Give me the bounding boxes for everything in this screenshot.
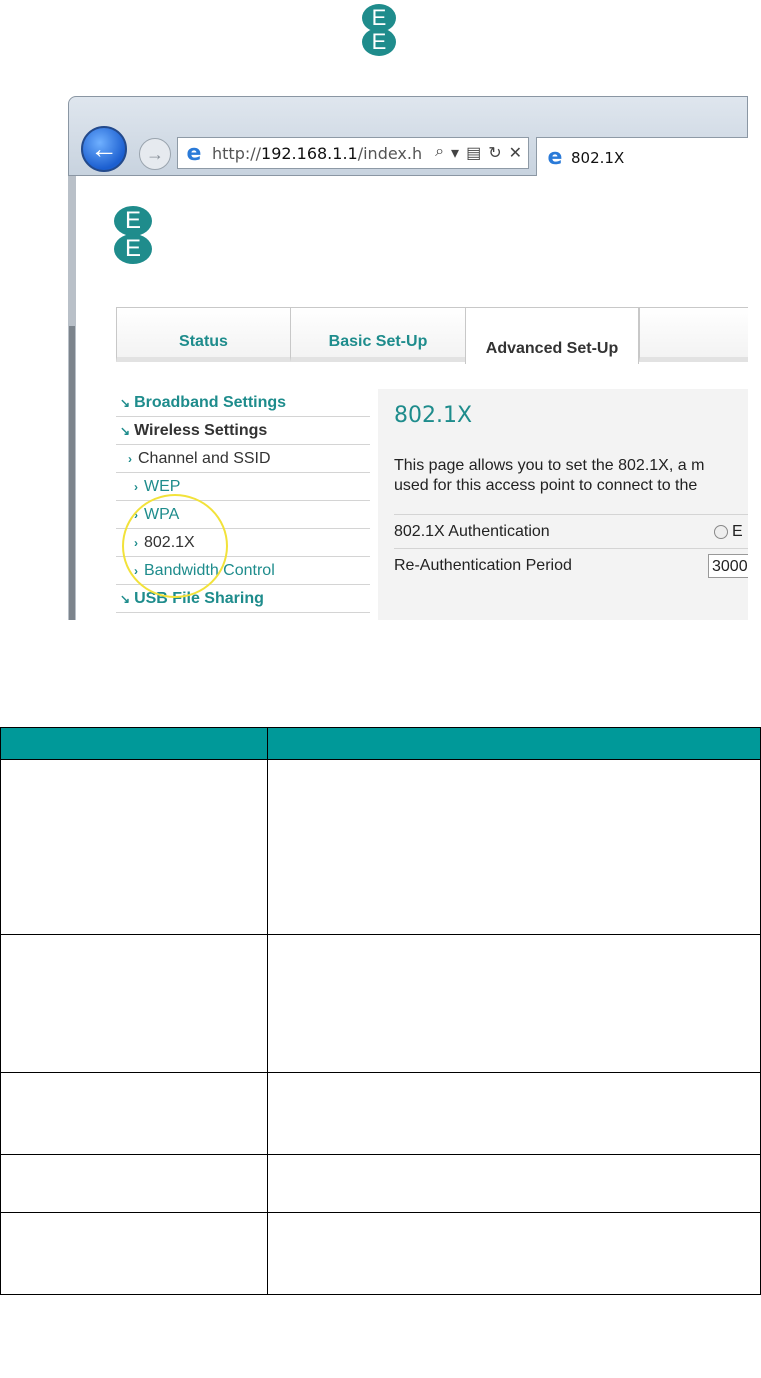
table-row [0,1154,761,1213]
tab-more[interactable] [639,308,748,362]
table-header-cell [0,727,268,760]
table-cell [0,1212,268,1295]
auth-row: 802.1X Authentication E [394,514,748,549]
stop-icon[interactable]: ✕ [509,143,522,163]
reauth-label: Re-Authentication Period [394,557,572,574]
url-text: http://192.168.1.1/index.h [212,143,423,163]
arrow-icon: ↘ [120,395,131,410]
table-cell [267,1072,761,1155]
address-bar[interactable]: e http://192.168.1.1/index.h ⌕ ▾ ▤ ↻ ✕ [177,137,529,169]
tab-advanced-setup[interactable]: Advanced Set-Up [465,308,639,364]
table-cell [267,1154,761,1213]
table-cell [0,1154,268,1213]
scrollbar[interactable] [68,176,76,620]
main-nav: Status Basic Set-Up Advanced Set-Up [116,307,748,364]
table-cell [0,934,268,1073]
description-table [0,727,761,1295]
logo-letter: E [114,206,152,236]
table-cell [267,934,761,1073]
tab-basic-setup[interactable]: Basic Set-Up [290,308,465,362]
table-cell [267,1212,761,1295]
table-header-cell [267,727,761,760]
sidebar-item-broadband[interactable]: ↘ Broadband Settings [116,389,370,417]
sidebar-item-channel-ssid[interactable]: › Channel and SSID [116,445,370,473]
reauth-period-input[interactable]: 3000 [708,554,748,578]
page-description: This page allows you to set the 802.1X, … [394,457,705,494]
compat-icon[interactable]: ▤ [466,143,481,163]
chevron-right-icon: › [134,479,138,494]
table-header-row [0,727,761,760]
dropdown-icon[interactable]: ▾ [451,143,459,163]
sidebar-item-wep[interactable]: › WEP [116,473,370,501]
ie-icon: e [547,145,563,170]
table-row [0,1212,761,1295]
back-arrow-icon[interactable]: ← [81,126,127,172]
refresh-icon[interactable]: ↻ [488,143,501,163]
ee-logo: E E [114,206,152,264]
tab-status[interactable]: Status [116,308,290,362]
arrow-icon: ↘ [120,423,131,438]
enable-radio[interactable]: E [714,523,743,541]
tab-title: 802.1X [571,148,625,167]
radio-icon[interactable] [714,525,728,539]
page-title: 802.1X [394,403,473,428]
arrow-icon: ↘ [120,591,131,606]
auth-label: 802.1X Authentication [394,523,550,540]
browser-chrome: ← → e http://192.168.1.1/index.h ⌕ ▾ ▤ ↻… [68,96,748,177]
logo-letter: E [362,28,396,56]
table-row [0,759,761,935]
table-cell [0,1072,268,1155]
logo-letter: E [114,234,152,264]
table-cell [267,759,761,935]
forward-arrow-icon[interactable]: → [139,138,171,170]
chevron-right-icon: › [128,451,132,466]
table-cell [0,759,268,935]
content-panel: 802.1X This page allows you to set the 8… [378,389,748,620]
sidebar-item-wireless[interactable]: ↘ Wireless Settings [116,417,370,445]
browser-tab[interactable]: e 802.1X [536,137,748,177]
ie-icon: e [186,140,202,166]
ee-logo: E E [362,4,396,56]
reauth-row: Re-Authentication Period 3000 [394,548,748,583]
search-icon[interactable]: ⌕ [435,143,444,163]
table-row [0,1072,761,1155]
highlight-circle [122,494,228,598]
table-row [0,934,761,1073]
